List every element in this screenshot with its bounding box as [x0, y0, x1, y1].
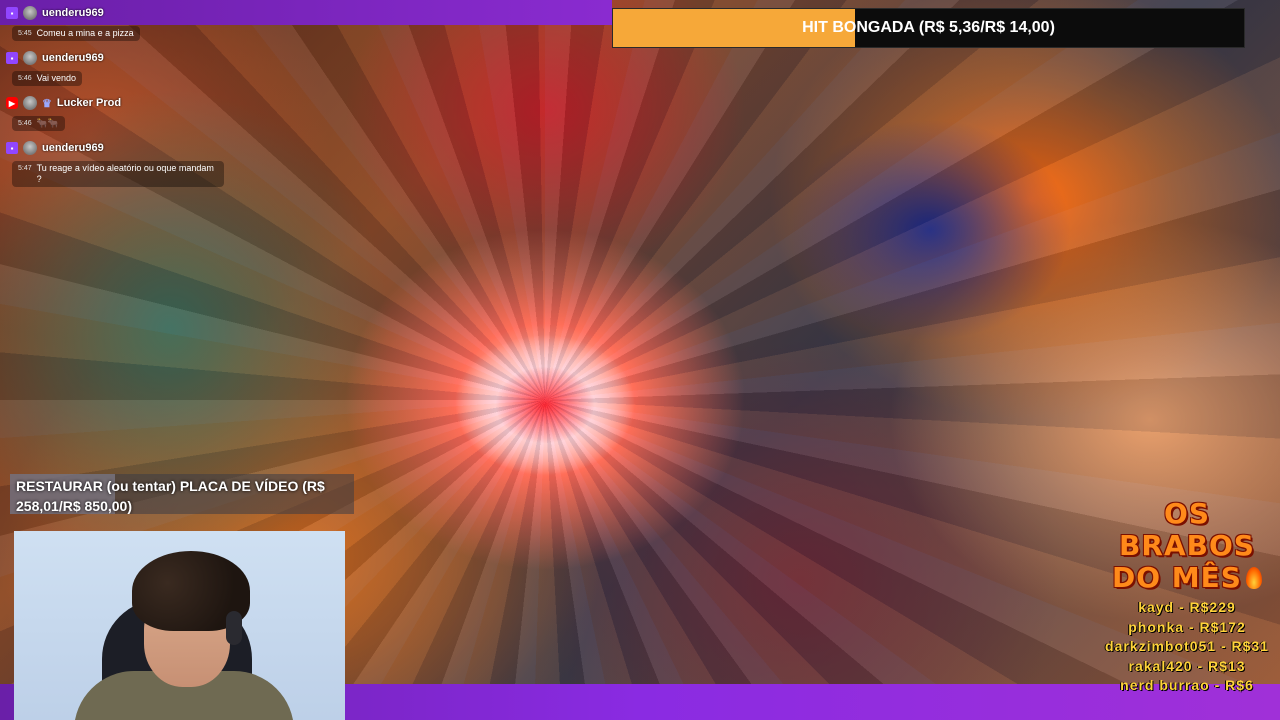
chat-username: uenderu969 — [42, 142, 104, 154]
avatar — [23, 6, 37, 20]
chat-username: Lucker Prod — [56, 97, 122, 109]
leaderboard-entry: rakal420 - R$13 — [1128, 657, 1246, 674]
leaderboard-entry: nerd burrao - R$6 — [1120, 677, 1254, 693]
leaderboard-entry: kayd - R$229 — [1138, 599, 1236, 615]
chat-text: Comeu a mina e a pizza — [36, 28, 134, 38]
leaderboard-title-line: BRABOS — [1119, 529, 1255, 562]
leaderboard-title: OS BRABOS DO MÊS — [1096, 498, 1278, 594]
webcam-feed — [14, 531, 345, 720]
chat-message: ▪ uenderu969 5:45 Comeu a mina e a pizza — [6, 4, 226, 41]
goal-bar-label: HIT BONGADA (R$ 5,36/R$ 14,00) — [802, 19, 1055, 36]
chat-text: 🐂🐂 — [36, 118, 60, 128]
chat-message: ▪ uenderu969 5:46 Vai vendo — [6, 49, 226, 86]
avatar — [23, 51, 37, 65]
twitch-icon: ▪ — [6, 52, 18, 64]
headphone-icon — [226, 611, 242, 645]
leaderboard-entry: phonka - R$172 — [1128, 618, 1246, 635]
chat-timestamp: 5:46 — [18, 75, 32, 82]
leaderboard-title-line: OS — [1164, 497, 1210, 530]
youtube-icon: ▶ — [6, 97, 18, 109]
chat-timestamp: 5:45 — [18, 30, 32, 37]
goal-bar-hit-bongada: HIT BONGADA (R$ 5,36/R$ 14,00) — [612, 8, 1245, 48]
leaderboard-list: kayd - R$229 phonka - R$172 darkzimbot05… — [1096, 598, 1278, 696]
chat-text: Tu reage a vídeo aleatório ou oque manda… — [36, 163, 214, 184]
leaderboard-entry: darkzimbot051 - R$31 — [1105, 638, 1269, 654]
crown-icon: ♛ — [42, 97, 52, 110]
top-donors-leaderboard: OS BRABOS DO MÊS kayd - R$229 phonka - R… — [1096, 498, 1278, 696]
fire-icon — [1245, 567, 1262, 589]
twitch-icon: ▪ — [6, 142, 18, 154]
chat-message: ▪ uenderu969 5:47 Tu reage a vídeo aleat… — [6, 139, 226, 187]
goal-bar-placa-de-video: RESTAURAR (ou tentar) PLACA DE VÍDEO (R$… — [10, 474, 354, 514]
chat-username: uenderu969 — [42, 7, 104, 19]
avatar — [23, 141, 37, 155]
chat-message: ▶ ♛ Lucker Prod 5:46 🐂🐂 — [6, 94, 226, 131]
chat-username: uenderu969 — [42, 52, 104, 64]
chat-timestamp: 5:46 — [18, 120, 32, 127]
twitch-icon: ▪ — [6, 7, 18, 19]
chat-text: Vai vendo — [36, 73, 76, 83]
chat-timestamp: 5:47 — [18, 165, 32, 172]
chat-overlay: ▪ uenderu969 5:45 Comeu a mina e a pizza… — [6, 4, 226, 195]
avatar — [23, 96, 37, 110]
leaderboard-title-line: DO MÊS — [1112, 561, 1242, 594]
goal-bar-label: RESTAURAR (ou tentar) PLACA DE VÍDEO (R$… — [16, 478, 325, 514]
